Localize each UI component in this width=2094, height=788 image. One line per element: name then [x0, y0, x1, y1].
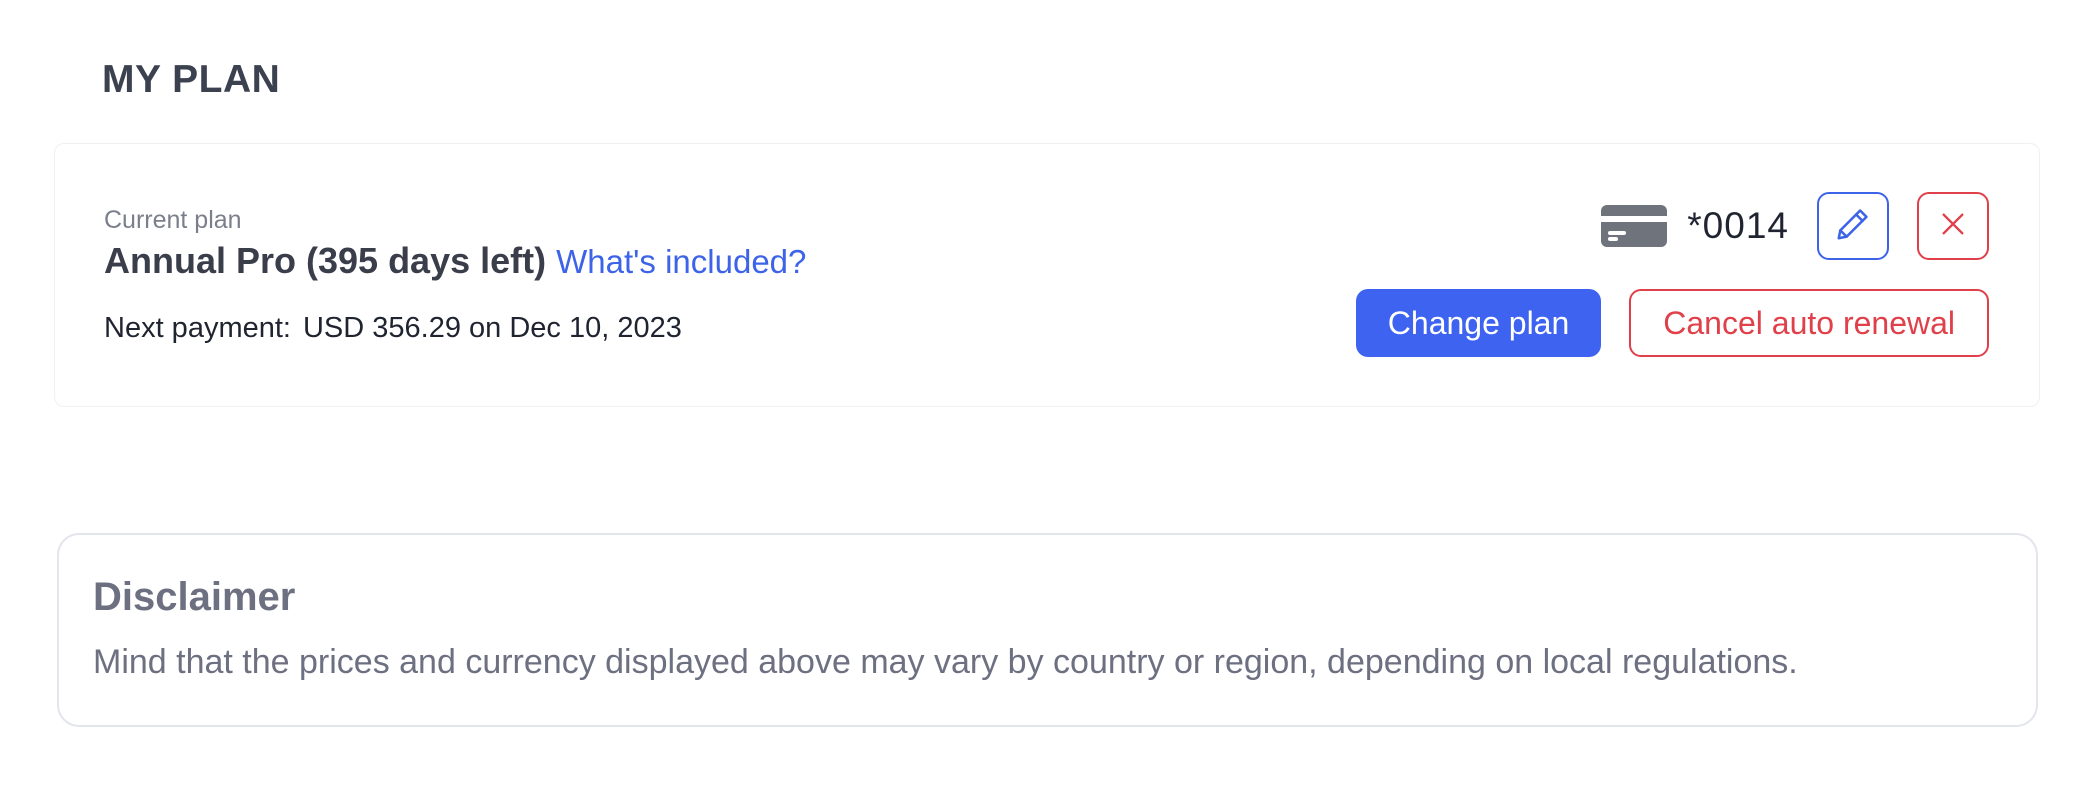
payment-card-info: *0014 [1601, 192, 1989, 260]
disclaimer-text: Mind that the prices and currency displa… [93, 643, 1798, 681]
next-payment-value: USD 356.29 on Dec 10, 2023 [302, 312, 682, 344]
card-last4: *0014 [1687, 205, 1789, 246]
next-payment-label: Next payment: [104, 312, 291, 344]
plan-caption: Current plan [104, 206, 242, 234]
plan-name-row: Annual Pro (395 days left) What's includ… [104, 240, 806, 282]
remove-card-button[interactable] [1917, 192, 1989, 260]
cancel-auto-renewal-button[interactable]: Cancel auto renewal [1629, 289, 1989, 357]
disclaimer-card: Disclaimer Mind that the prices and curr… [57, 533, 2038, 727]
edit-card-button[interactable] [1817, 192, 1889, 260]
plan-actions: Change plan Cancel auto renewal [1355, 289, 1989, 357]
disclaimer-title: Disclaimer [93, 575, 296, 619]
plan-name: Annual Pro (395 days left) [104, 240, 547, 281]
change-plan-button[interactable]: Change plan [1355, 289, 1602, 357]
close-icon [1939, 210, 1967, 243]
whats-included-link[interactable]: What's included? [556, 243, 806, 281]
next-payment: Next payment: USD 356.29 on Dec 10, 2023 [104, 312, 682, 345]
current-plan-card: Current plan Annual Pro (395 days left) … [54, 143, 2040, 407]
pencil-icon [1834, 205, 1872, 248]
page-title: MY PLAN [102, 58, 281, 101]
credit-card-icon [1601, 205, 1668, 247]
